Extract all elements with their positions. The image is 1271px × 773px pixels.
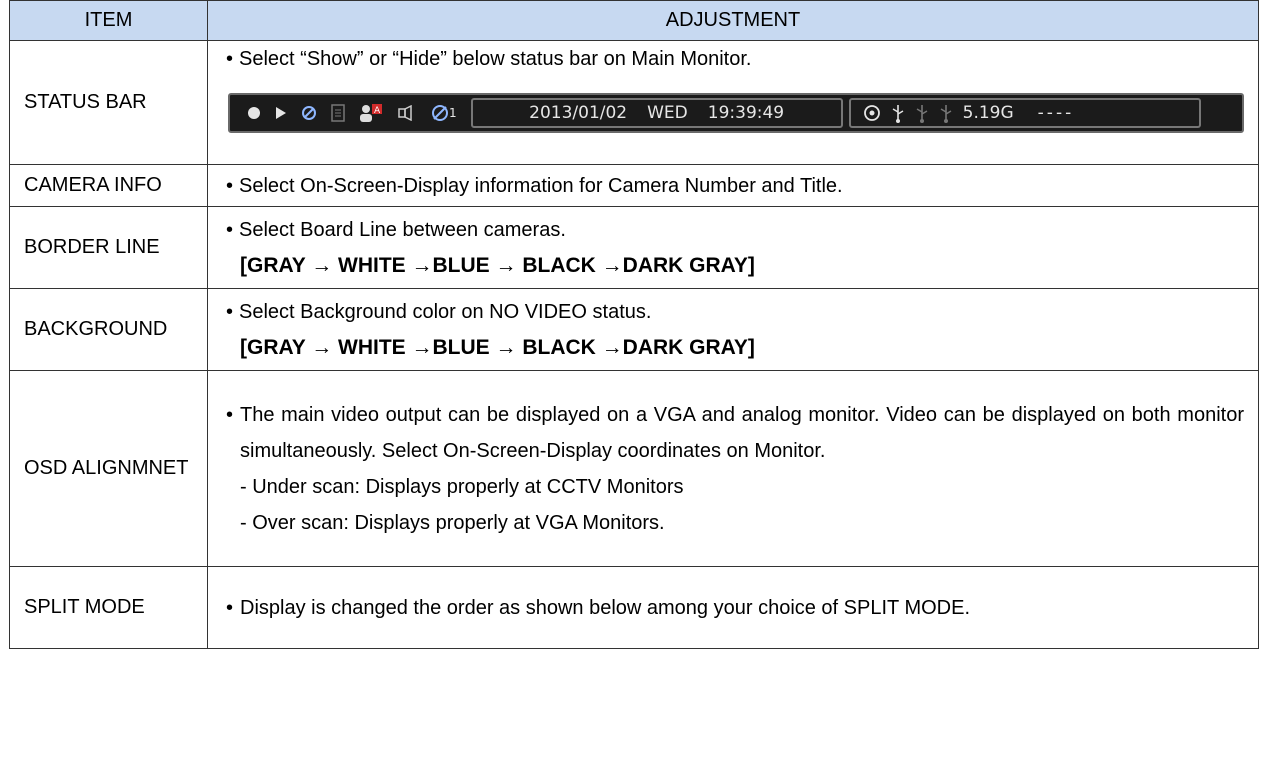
- usb-icon: [891, 103, 905, 123]
- osd-paragraph: • The main video output can be displayed…: [226, 397, 1244, 469]
- status-time: 19:39:49: [707, 103, 785, 123]
- osd-bullet: •: [226, 403, 234, 426]
- table-row-background: BACKGROUND Select Background color on NO…: [9, 288, 1259, 371]
- osd-paragraph-text: The main video output can be displayed o…: [240, 403, 1244, 462]
- table-row-border-line: BORDER LINE Select Board Line between ca…: [9, 206, 1259, 289]
- no-entry-icon: [301, 105, 317, 121]
- record-dot-icon: [247, 106, 261, 120]
- item-camera-info: CAMERA INFO: [9, 164, 208, 207]
- table-row-status-bar: STATUS BAR Select “Show” or “Hide” below…: [9, 40, 1259, 165]
- item-osd-alignment: OSD ALIGNMNET: [9, 370, 208, 567]
- adjustment-background: Select Background color on NO VIDEO stat…: [207, 288, 1259, 371]
- status-storage: 5.19G: [962, 103, 1014, 123]
- adjustment-camera-info: Select On-Screen-Display information for…: [207, 164, 1259, 207]
- table-row-camera-info: CAMERA INFO Select On-Screen-Display inf…: [9, 164, 1259, 207]
- split-paragraph: • Display is changed the order as shown …: [226, 590, 1244, 626]
- usb-dim-icon-2: [939, 103, 953, 123]
- status-bar-description: Select “Show” or “Hide” below status bar…: [226, 41, 1244, 77]
- document-icon: [331, 104, 345, 122]
- header-adjustment: ADJUSTMENT: [207, 0, 1259, 41]
- svg-text:A: A: [374, 106, 381, 116]
- network-index: 1: [449, 106, 457, 120]
- speaker-icon: [397, 105, 417, 121]
- background-description: Select Background color on NO VIDEO stat…: [226, 294, 1244, 330]
- adjustment-border-line: Select Board Line between cameras. [GRAY…: [207, 206, 1259, 289]
- status-datetime-group: 2013/01/02 WED 19:39:49: [470, 98, 843, 128]
- status-icons-group: A 1: [233, 98, 465, 128]
- status-date: 2013/01/02: [529, 103, 628, 123]
- usb-dim-icon: [915, 103, 929, 123]
- border-line-sequence: [GRAY → WHITE →BLUE → BLACK →DARK GRAY]: [240, 253, 755, 277]
- border-line-description: Select Board Line between cameras.: [226, 212, 1244, 248]
- item-background: BACKGROUND: [9, 288, 208, 371]
- osd-over-scan: - Over scan: Displays properly at VGA Mo…: [240, 511, 665, 534]
- header-row: ITEM ADJUSTMENT: [9, 0, 1259, 41]
- item-status-bar: STATUS BAR: [9, 40, 208, 165]
- target-icon: [863, 104, 881, 122]
- status-day: WED: [647, 103, 688, 123]
- split-bullet: •: [226, 596, 234, 619]
- osd-under-scan: - Under scan: Displays properly at CCTV …: [240, 475, 684, 498]
- network-off-icon: 1: [431, 104, 457, 122]
- play-icon: [275, 106, 287, 120]
- status-device-group: 5.19G ----: [848, 98, 1201, 128]
- table-row-osd-alignment: OSD ALIGNMNET • The main video output ca…: [9, 370, 1259, 567]
- table-row-split-mode: SPLIT MODE • Display is changed the orde…: [9, 566, 1259, 649]
- adjustment-split-mode: • Display is changed the order as shown …: [207, 566, 1259, 649]
- status-bar-graphic: A 1 2013/01/02 WED 19:39:49 5.19G ----: [228, 93, 1244, 133]
- header-item: ITEM: [9, 0, 208, 41]
- background-sequence: [GRAY → WHITE →BLUE → BLACK →DARK GRAY]: [240, 335, 755, 359]
- item-split-mode: SPLIT MODE: [9, 566, 208, 649]
- split-paragraph-text: Display is changed the order as shown be…: [240, 596, 970, 619]
- user-alarm-icon: A: [359, 103, 383, 123]
- adjustment-status-bar: Select “Show” or “Hide” below status bar…: [207, 40, 1259, 165]
- camera-info-description: Select On-Screen-Display information for…: [226, 168, 1244, 204]
- item-border-line: BORDER LINE: [9, 206, 208, 289]
- adjustment-osd-alignment: • The main video output can be displayed…: [207, 370, 1259, 567]
- status-tail: ----: [1037, 103, 1075, 123]
- settings-table: ITEM ADJUSTMENT STATUS BAR Select “Show”…: [9, 0, 1259, 649]
